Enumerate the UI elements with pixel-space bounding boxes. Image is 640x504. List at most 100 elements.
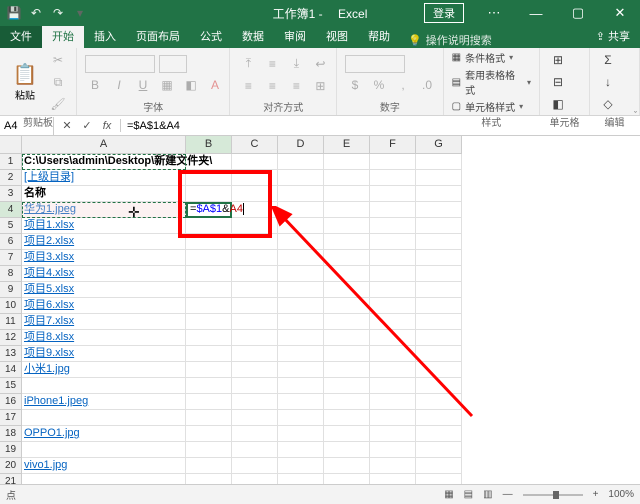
- row-header[interactable]: 7: [0, 250, 22, 266]
- row-header[interactable]: 21: [0, 474, 22, 484]
- cell[interactable]: [232, 410, 278, 426]
- cell[interactable]: [370, 202, 416, 218]
- cell[interactable]: vivo1.jpg: [22, 458, 186, 474]
- cell[interactable]: [416, 426, 462, 442]
- cell[interactable]: [324, 426, 370, 442]
- cell[interactable]: [324, 394, 370, 410]
- format-painter-icon[interactable]: 🖌: [48, 94, 68, 114]
- cell[interactable]: [324, 314, 370, 330]
- cell[interactable]: [416, 362, 462, 378]
- align-left-icon[interactable]: ≡: [238, 76, 258, 96]
- cell[interactable]: [232, 154, 278, 170]
- cell[interactable]: [278, 186, 324, 202]
- cell[interactable]: [324, 266, 370, 282]
- cell[interactable]: [232, 362, 278, 378]
- wrap-text-icon[interactable]: ↩: [310, 54, 330, 74]
- maximize-icon[interactable]: ▢: [558, 0, 598, 26]
- cell[interactable]: 项目2.xlsx: [22, 234, 186, 250]
- cell[interactable]: [278, 234, 324, 250]
- cell[interactable]: [416, 330, 462, 346]
- col-header-F[interactable]: F: [370, 136, 416, 154]
- cell[interactable]: [186, 330, 232, 346]
- cell[interactable]: 项目4.xlsx: [22, 266, 186, 282]
- cell[interactable]: [324, 458, 370, 474]
- cell[interactable]: [416, 314, 462, 330]
- cancel-formula-icon[interactable]: ✕: [60, 119, 74, 132]
- cell[interactable]: [370, 330, 416, 346]
- cell[interactable]: [278, 346, 324, 362]
- tell-me[interactable]: 💡 操作说明搜索: [408, 32, 492, 48]
- cell[interactable]: [324, 442, 370, 458]
- tab-help[interactable]: 帮助: [358, 24, 400, 48]
- col-header-D[interactable]: D: [278, 136, 324, 154]
- row-header[interactable]: 18: [0, 426, 22, 442]
- cell[interactable]: 项目3.xlsx: [22, 250, 186, 266]
- clear-icon[interactable]: ◇: [598, 94, 618, 114]
- row-header[interactable]: 15: [0, 378, 22, 394]
- select-all-corner[interactable]: [0, 136, 22, 154]
- cell[interactable]: [232, 378, 278, 394]
- cell[interactable]: [370, 218, 416, 234]
- cell[interactable]: [416, 298, 462, 314]
- cell[interactable]: 项目6.xlsx: [22, 298, 186, 314]
- cell[interactable]: [416, 442, 462, 458]
- cell[interactable]: [416, 154, 462, 170]
- cell[interactable]: [324, 218, 370, 234]
- row-header[interactable]: 16: [0, 394, 22, 410]
- login-button[interactable]: 登录: [424, 3, 464, 23]
- row-header[interactable]: 10: [0, 298, 22, 314]
- cell[interactable]: [278, 474, 324, 484]
- cell[interactable]: 项目1.xlsx: [22, 218, 186, 234]
- row-header[interactable]: 8: [0, 266, 22, 282]
- cell[interactable]: [232, 426, 278, 442]
- cell[interactable]: [370, 234, 416, 250]
- cell[interactable]: [232, 282, 278, 298]
- italic-icon[interactable]: I: [109, 75, 129, 95]
- cell[interactable]: [186, 426, 232, 442]
- worksheet-grid[interactable]: ABCDEFG 12345678910111213141516171819202…: [0, 136, 640, 484]
- cell-styles-button[interactable]: ▢单元格样式▾: [452, 99, 531, 114]
- cell[interactable]: [232, 314, 278, 330]
- cell[interactable]: 华为1.jpeg: [22, 202, 186, 218]
- row-header[interactable]: 3: [0, 186, 22, 202]
- cell[interactable]: [22, 378, 186, 394]
- cell[interactable]: [278, 410, 324, 426]
- cell[interactable]: [232, 346, 278, 362]
- autosum-icon[interactable]: Σ: [598, 50, 618, 70]
- row-header[interactable]: 1: [0, 154, 22, 170]
- row-header[interactable]: 20: [0, 458, 22, 474]
- cell[interactable]: [278, 170, 324, 186]
- row-header[interactable]: 11: [0, 314, 22, 330]
- enter-formula-icon[interactable]: ✓: [80, 119, 94, 132]
- cell[interactable]: [278, 426, 324, 442]
- cell[interactable]: [278, 314, 324, 330]
- cell[interactable]: [232, 330, 278, 346]
- cell[interactable]: [186, 250, 232, 266]
- col-header-C[interactable]: C: [232, 136, 278, 154]
- zoom-out-icon[interactable]: —: [503, 489, 513, 500]
- cell[interactable]: [370, 378, 416, 394]
- cell[interactable]: [186, 266, 232, 282]
- cell[interactable]: [232, 250, 278, 266]
- cell[interactable]: [370, 170, 416, 186]
- cell[interactable]: [186, 474, 232, 484]
- cell[interactable]: [324, 250, 370, 266]
- cell[interactable]: [416, 410, 462, 426]
- cell-edit-overlay[interactable]: =$A$1&A4: [190, 203, 244, 215]
- cell[interactable]: [278, 330, 324, 346]
- cell[interactable]: [278, 298, 324, 314]
- view-normal-icon[interactable]: ▦: [444, 489, 453, 500]
- cell[interactable]: [186, 218, 232, 234]
- align-bottom-icon[interactable]: ⤓: [286, 54, 306, 74]
- view-layout-icon[interactable]: ▤: [464, 489, 473, 500]
- cell[interactable]: [416, 394, 462, 410]
- tab-formulas[interactable]: 公式: [190, 24, 232, 48]
- cell[interactable]: [278, 250, 324, 266]
- number-format[interactable]: [345, 55, 405, 73]
- cell[interactable]: [上级目录]: [22, 170, 186, 186]
- row-header[interactable]: 5: [0, 218, 22, 234]
- cell[interactable]: [186, 234, 232, 250]
- cell[interactable]: [416, 266, 462, 282]
- cell[interactable]: 项目9.xlsx: [22, 346, 186, 362]
- cell[interactable]: OPPO1.jpg: [22, 426, 186, 442]
